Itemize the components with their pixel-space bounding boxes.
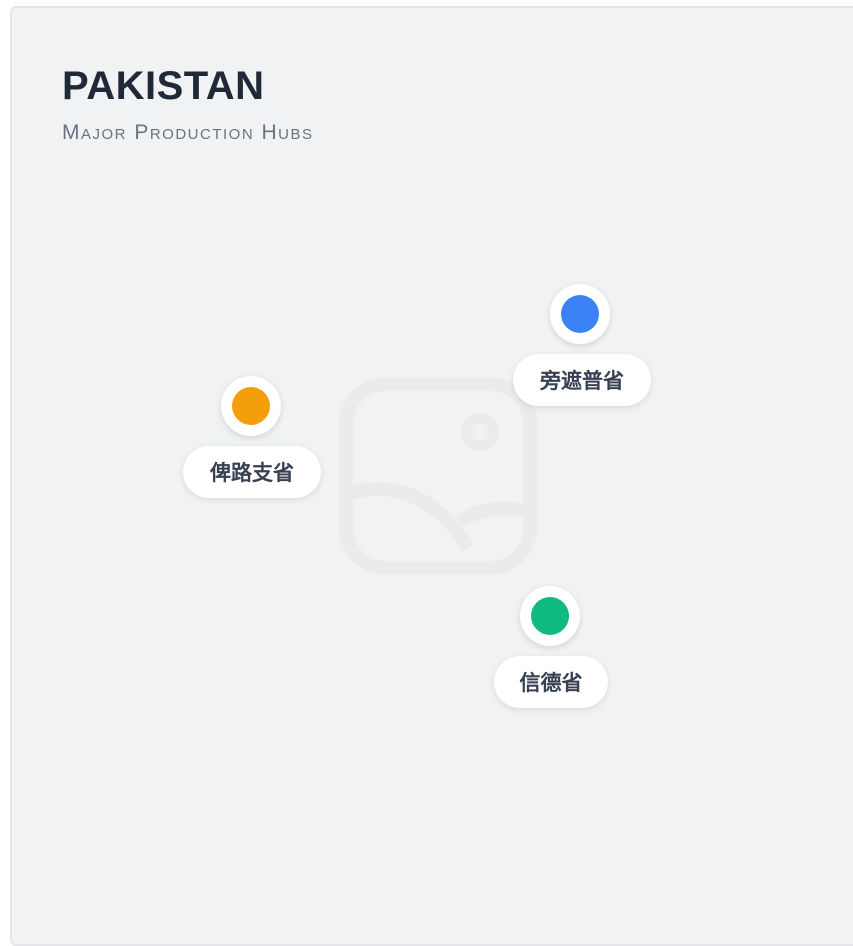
map-marker-balochistan[interactable] (221, 376, 281, 436)
map-card: PAKISTAN Major Production Hubs 旁遮普省 俾路支省… (10, 6, 853, 946)
map-title: PAKISTAN (62, 64, 265, 108)
marker-label-sindh[interactable]: 信德省 (494, 656, 608, 708)
map-subtitle: Major Production Hubs (62, 121, 314, 144)
marker-label-punjab[interactable]: 旁遮普省 (513, 354, 651, 406)
map-marker-punjab[interactable] (550, 284, 610, 344)
map-marker-sindh[interactable] (520, 586, 580, 646)
marker-dot (531, 597, 569, 635)
image-placeholder-icon (339, 377, 537, 575)
marker-dot (232, 387, 270, 425)
marker-dot (561, 295, 599, 333)
marker-label-balochistan[interactable]: 俾路支省 (183, 446, 321, 498)
